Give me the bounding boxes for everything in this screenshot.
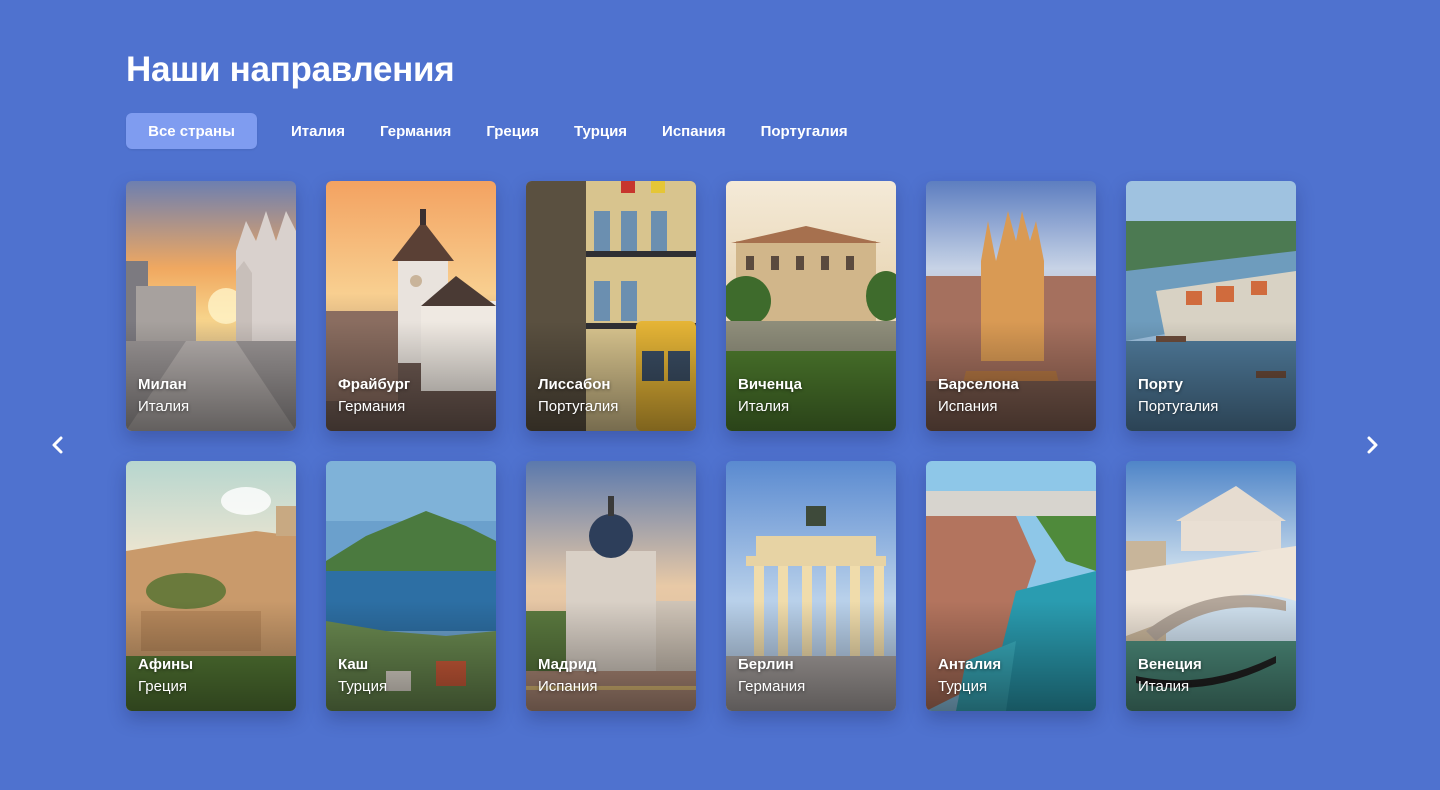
card-city: Милан bbox=[138, 376, 187, 393]
tab-turkey[interactable]: Турция bbox=[574, 113, 627, 149]
chevron-left-icon bbox=[52, 436, 63, 454]
destination-card-vicenza[interactable]: Виченца Италия bbox=[726, 181, 896, 431]
destination-card-madrid[interactable]: Мадрид Испания bbox=[526, 461, 696, 711]
destination-card-lisbon[interactable]: Лиссабон Португалия bbox=[526, 181, 696, 431]
destination-card-barcelona[interactable]: Барселона Испания bbox=[926, 181, 1096, 431]
card-country: Турция bbox=[938, 678, 988, 695]
card-country: Турция bbox=[338, 678, 388, 695]
tab-portugal[interactable]: Португалия bbox=[761, 113, 848, 149]
destination-card-antalya[interactable]: Анталия Турция bbox=[926, 461, 1096, 711]
country-filter-tabs: Все страны Италия Германия Греция Турция… bbox=[126, 113, 883, 149]
card-city: Порту bbox=[1138, 376, 1183, 393]
tab-germany[interactable]: Германия bbox=[380, 113, 451, 149]
destination-card-milan[interactable]: Милан Италия bbox=[126, 181, 296, 431]
card-city: Афины bbox=[138, 656, 194, 673]
card-country: Португалия bbox=[1138, 398, 1219, 415]
card-city: Мадрид bbox=[538, 656, 597, 673]
destinations-grid: Милан Италия Фрайбург Германия Лиссабон … bbox=[126, 181, 1296, 711]
destination-card-venice[interactable]: Венеция Италия bbox=[1126, 461, 1296, 711]
card-city: Берлин bbox=[738, 656, 794, 673]
prev-arrow-button[interactable] bbox=[44, 431, 72, 459]
card-country: Италия bbox=[1138, 678, 1190, 695]
card-city: Виченца bbox=[738, 376, 802, 393]
card-city: Барселона bbox=[938, 376, 1019, 393]
page-title: Наши направления bbox=[126, 50, 455, 89]
tab-italy[interactable]: Италия bbox=[291, 113, 345, 149]
tab-spain[interactable]: Испания bbox=[662, 113, 726, 149]
card-city: Анталия bbox=[938, 656, 1002, 673]
destination-card-berlin[interactable]: Берлин Германия bbox=[726, 461, 896, 711]
card-country: Италия bbox=[738, 398, 790, 415]
card-country: Испания bbox=[938, 398, 998, 415]
card-city: Каш bbox=[338, 656, 369, 673]
card-country: Греция bbox=[138, 678, 188, 695]
card-city: Лиссабон bbox=[538, 376, 611, 393]
next-arrow-button[interactable] bbox=[1358, 431, 1386, 459]
tab-all-countries[interactable]: Все страны bbox=[126, 113, 257, 149]
card-city: Венеция bbox=[1138, 656, 1202, 673]
card-city: Фрайбург bbox=[338, 376, 411, 393]
tab-greece[interactable]: Греция bbox=[486, 113, 539, 149]
card-country: Испания bbox=[538, 678, 598, 695]
card-country: Германия bbox=[738, 678, 806, 695]
destination-card-kas[interactable]: Каш Турция bbox=[326, 461, 496, 711]
card-country: Германия bbox=[338, 398, 406, 415]
chevron-right-icon bbox=[1367, 436, 1378, 454]
destination-card-porto[interactable]: Порту Португалия bbox=[1126, 181, 1296, 431]
destination-card-freiburg[interactable]: Фрайбург Германия bbox=[326, 181, 496, 431]
destination-card-athens[interactable]: Афины Греция bbox=[126, 461, 296, 711]
card-country: Италия bbox=[138, 398, 190, 415]
card-country: Португалия bbox=[538, 398, 619, 415]
